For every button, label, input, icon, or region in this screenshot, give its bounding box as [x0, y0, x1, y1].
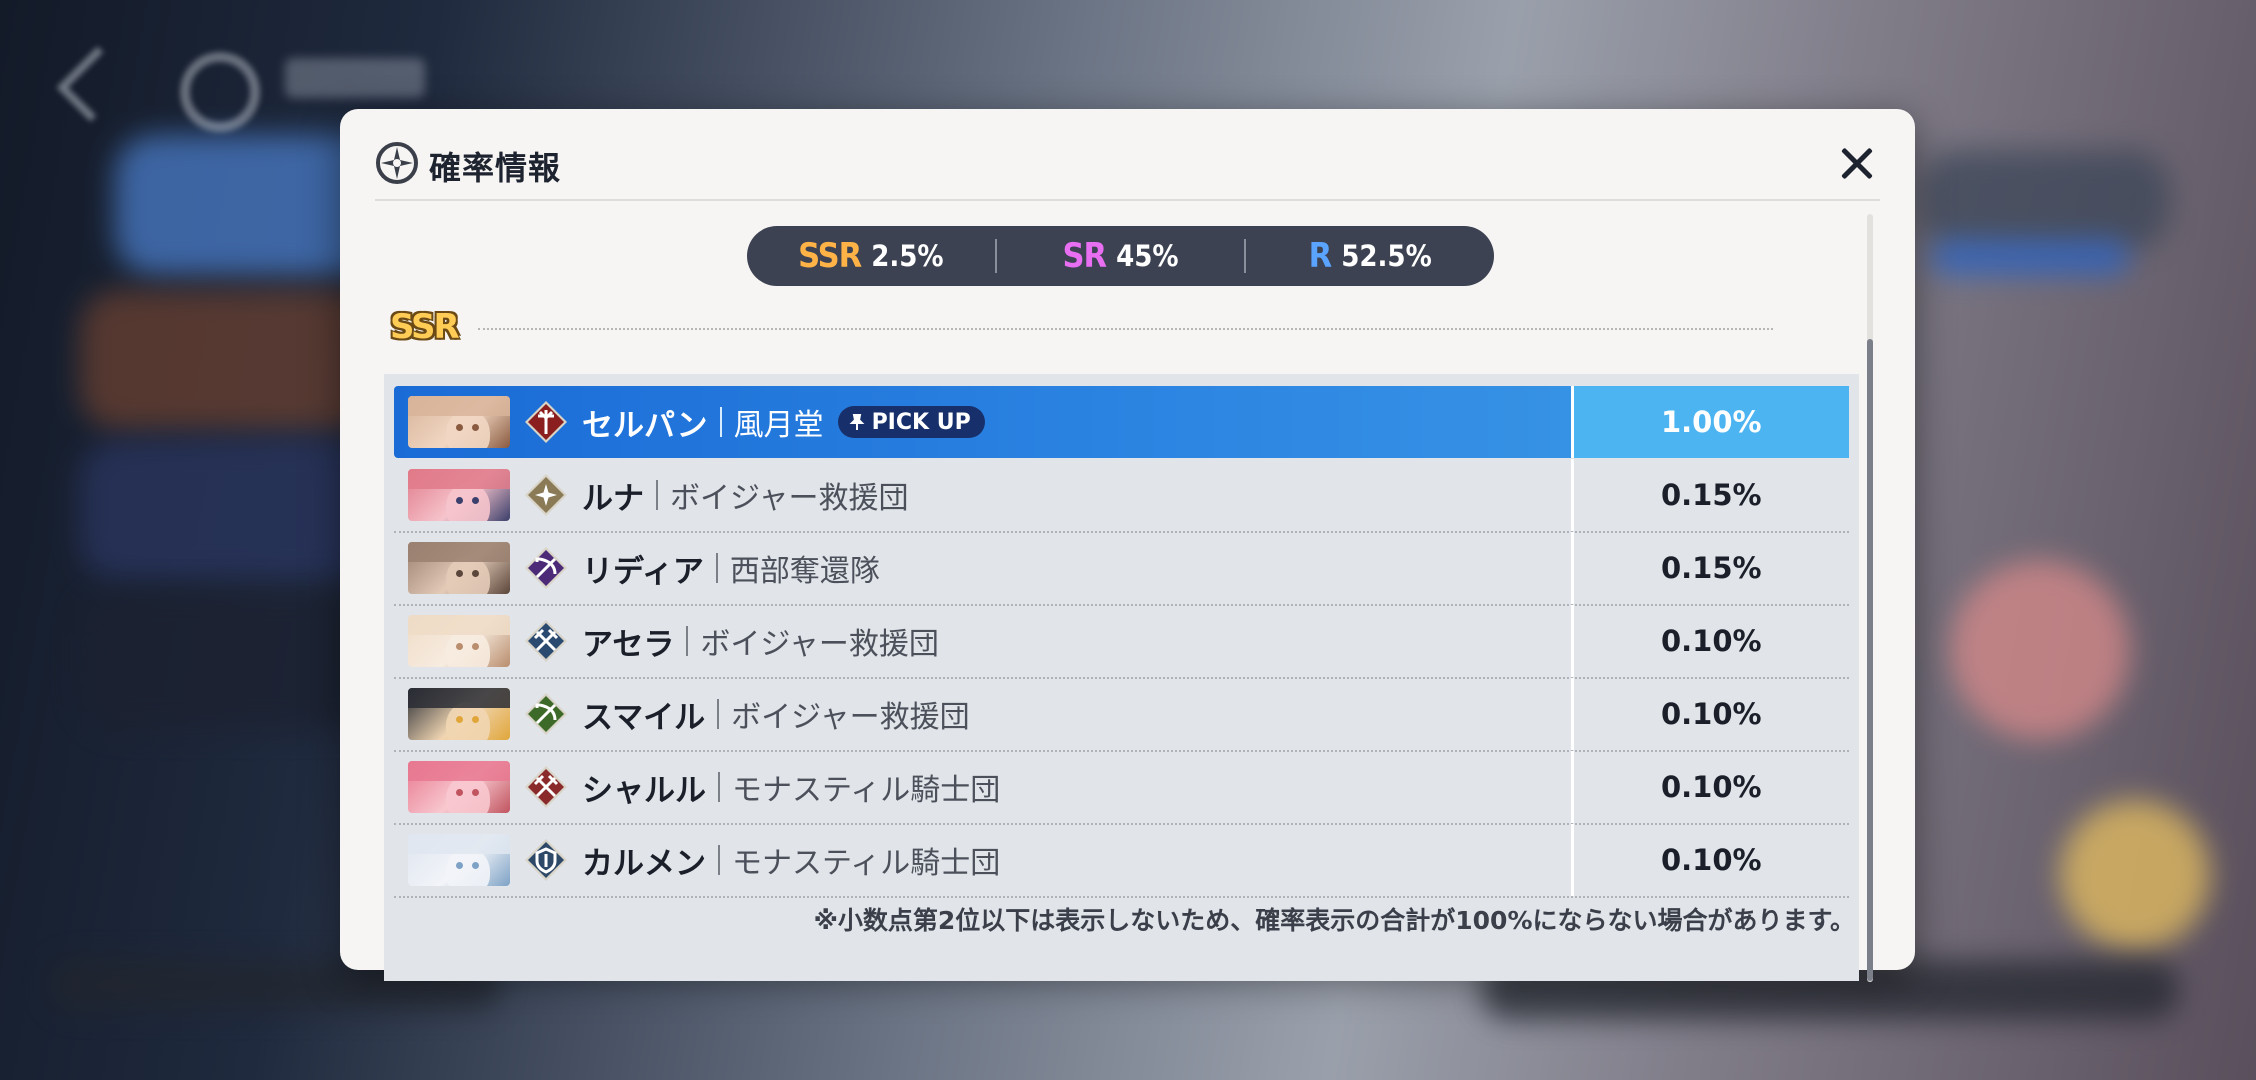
character-faction: モナスティル騎士団 [732, 846, 1001, 881]
bow-class-icon [525, 547, 567, 589]
scrollbar-thumb[interactable] [1867, 339, 1873, 981]
character-portrait [408, 469, 510, 521]
name-divider [656, 480, 658, 510]
character-portrait [408, 396, 510, 448]
character-name: スマイル [582, 699, 706, 736]
name-divider [686, 626, 689, 656]
close-icon[interactable] [1834, 141, 1880, 187]
name-divider [719, 407, 722, 437]
character-name: ルナ [582, 480, 644, 517]
character-name: カルメン [582, 845, 706, 882]
crossed-swords-class-icon [525, 620, 567, 662]
character-faction: モナスティル騎士団 [732, 773, 1001, 808]
section-divider [478, 328, 1773, 330]
character-row[interactable]: ルナ ボイジャー救援団 0.15% [394, 459, 1849, 533]
character-rate-list[interactable]: セルパン 風月堂 PICK UP 1.00% ルナ ボイジャー救援団 0.15%… [384, 374, 1859, 981]
star-class-icon [525, 474, 567, 516]
rate-value: 52.5% [1341, 239, 1432, 273]
bow-class-icon [525, 693, 567, 735]
character-rate: 0.10% [1660, 624, 1762, 658]
rate-cell: 0.10% [1570, 751, 1849, 823]
character-info: セルパン 風月堂 PICK UP [394, 386, 1571, 458]
character-portrait [408, 688, 510, 740]
name-divider [715, 553, 718, 583]
character-row[interactable]: アセラ ボイジャー救援団 0.10% [394, 605, 1849, 679]
character-faction: ボイジャー救援団 [700, 627, 939, 662]
character-portrait [408, 542, 510, 594]
rate-footnote: ※小数点第2位以下は表示しないため、確率表示の合計が100%にならない場合があり… [813, 906, 1855, 935]
character-info: ルナ ボイジャー救援団 [394, 459, 1571, 531]
character-rate: 0.15% [1660, 478, 1762, 512]
character-info: シャルル モナスティル騎士団 [394, 751, 1571, 823]
rate-cell: 0.15% [1570, 532, 1849, 604]
character-info: スマイル ボイジャー救援団 [394, 678, 1571, 750]
character-portrait [408, 834, 510, 886]
pickup-badge: PICK UP [837, 406, 985, 438]
character-info: リディア 西部奪還隊 [394, 532, 1571, 604]
character-name: セルパン [582, 407, 708, 444]
name-divider [718, 845, 720, 875]
name-divider [717, 699, 720, 729]
character-rate: 0.10% [1660, 843, 1762, 877]
character-rate: 1.00% [1660, 405, 1762, 439]
rate-r: R 52.5% [1244, 236, 1494, 276]
character-row[interactable]: セルパン 風月堂 PICK UP 1.00% [394, 386, 1849, 458]
character-row[interactable]: カルメン モナスティル騎士団 0.10% [394, 824, 1849, 898]
compass-star-icon [376, 142, 418, 184]
rate-cell: 1.00% [1570, 386, 1849, 458]
character-name: アセラ [582, 626, 675, 663]
rate-cell: 0.15% [1570, 459, 1849, 531]
section-label-ssr: SSR [390, 307, 460, 347]
character-rate: 0.15% [1660, 551, 1762, 585]
pickup-label: PICK UP [871, 409, 971, 435]
pin-icon [849, 414, 864, 430]
dialog-header: 確率情報 [375, 129, 1880, 201]
character-name: シャルル [582, 772, 706, 809]
rate-tier-label: SSR [798, 236, 862, 276]
rate-cell: 0.10% [1570, 824, 1849, 896]
rate-tier-label: SR [1062, 236, 1107, 276]
rate-sr: SR 45% [994, 236, 1245, 276]
shield-class-icon [525, 839, 567, 881]
character-faction: 西部奪還隊 [729, 554, 880, 589]
character-row[interactable]: スマイル ボイジャー救援団 0.10% [394, 678, 1849, 752]
dialog-title: 確率情報 [429, 149, 562, 187]
name-divider [718, 772, 720, 802]
character-name: リディア [582, 553, 704, 590]
character-portrait [408, 615, 510, 667]
character-portrait [408, 761, 510, 813]
staff-class-icon [525, 401, 567, 443]
character-faction: 風月堂 [733, 408, 824, 443]
rarity-rates-summary: SSR 2.5% SR 45% R 52.5% [747, 226, 1494, 286]
rate-tier-label: R [1308, 236, 1333, 276]
character-faction: ボイジャー救援団 [670, 481, 909, 516]
rate-cell: 0.10% [1570, 678, 1849, 750]
rate-ssr: SSR 2.5% [747, 236, 995, 276]
character-rate: 0.10% [1660, 770, 1762, 804]
character-info: カルメン モナスティル騎士団 [394, 824, 1571, 896]
character-rate: 0.10% [1660, 697, 1762, 731]
character-faction: ボイジャー救援団 [731, 700, 970, 735]
crossed-swords-class-icon [525, 766, 567, 808]
rate-cell: 0.10% [1570, 605, 1849, 677]
probability-info-dialog: 確率情報 SSR 2.5% SR 45% R 52.5% SSR セルパン 風月… [340, 109, 1915, 982]
character-info: アセラ ボイジャー救援団 [394, 605, 1571, 677]
character-row[interactable]: シャルル モナスティル騎士団 0.10% [394, 751, 1849, 825]
rate-value: 2.5% [871, 239, 944, 273]
character-row[interactable]: リディア 西部奪還隊 0.15% [394, 532, 1849, 606]
rate-value: 45% [1116, 239, 1179, 273]
